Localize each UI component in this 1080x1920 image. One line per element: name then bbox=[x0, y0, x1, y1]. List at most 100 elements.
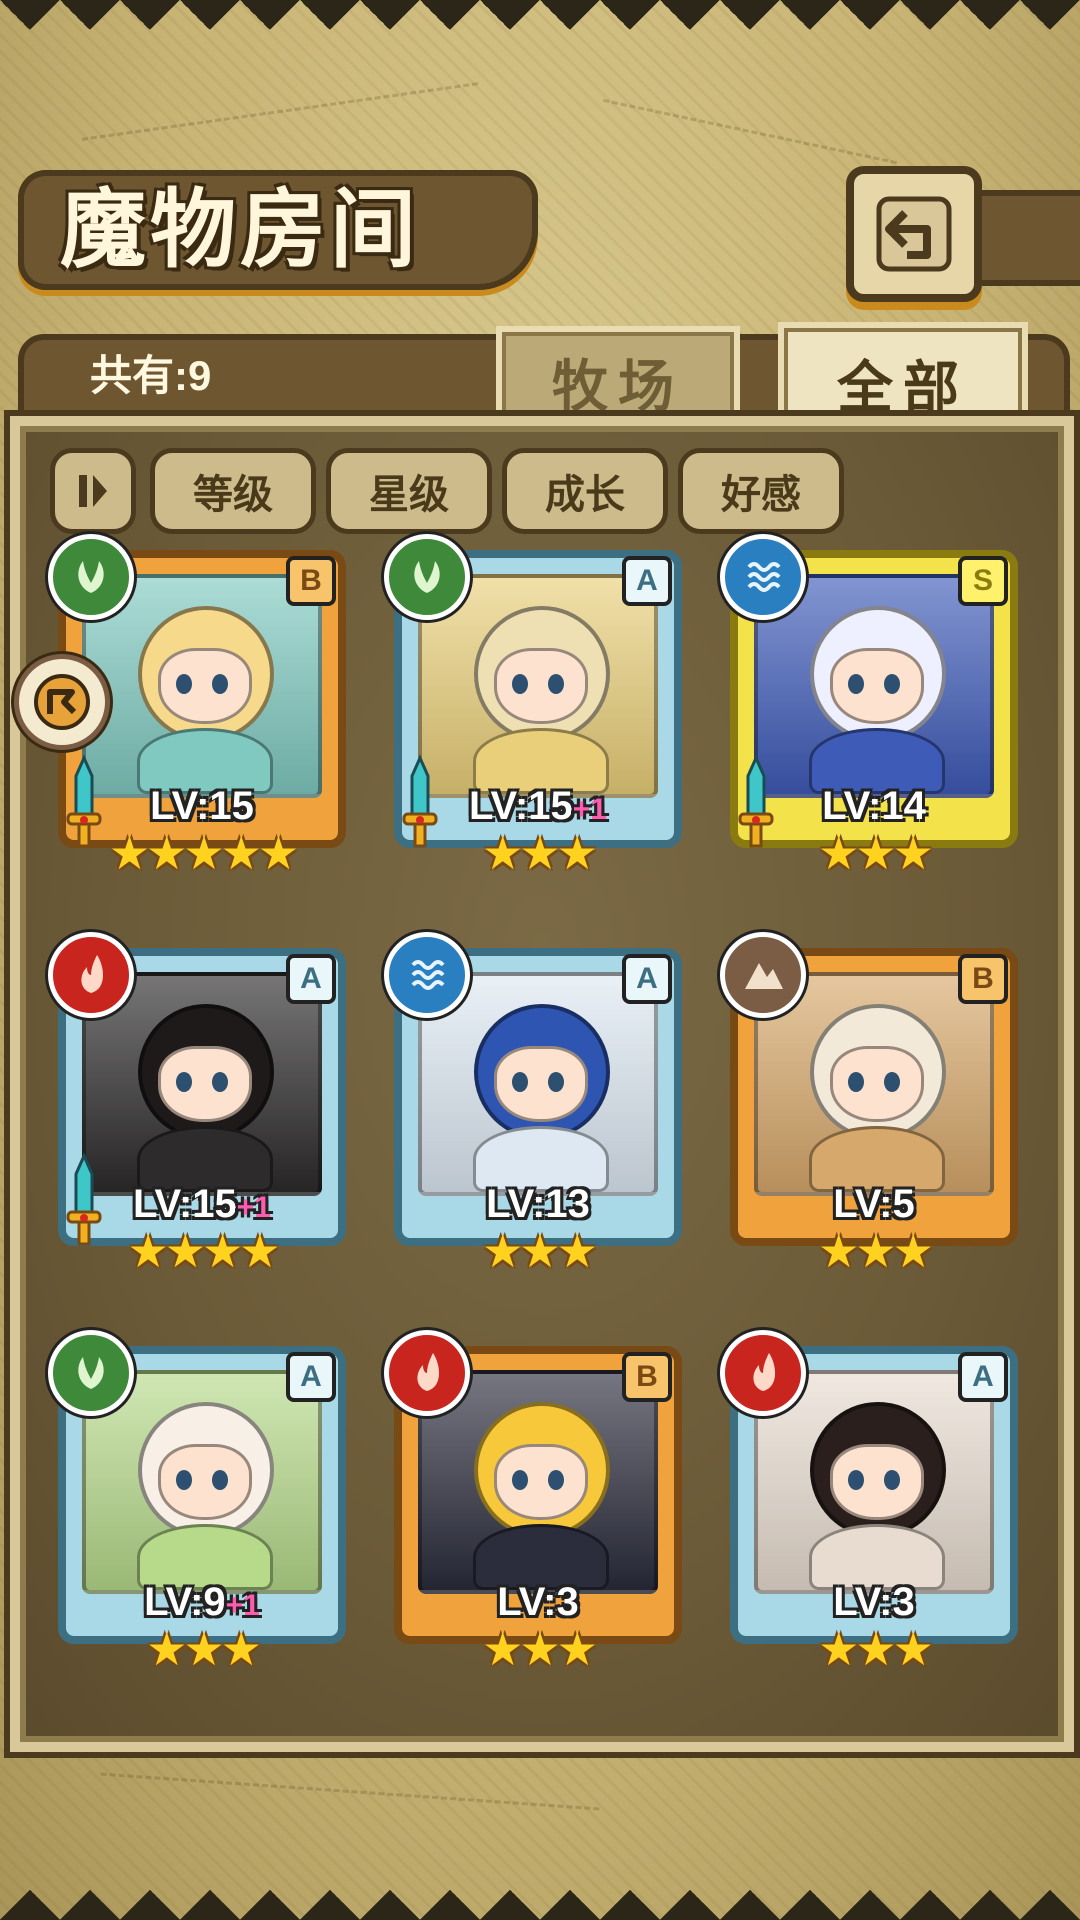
fire-element-icon bbox=[384, 1330, 470, 1416]
star-icon: ★ bbox=[556, 1224, 598, 1278]
back-return-icon bbox=[876, 196, 952, 272]
star-rating: ★★★ bbox=[388, 828, 688, 878]
star-rating: ★★★ bbox=[388, 1226, 688, 1276]
star-icon: ★ bbox=[482, 826, 523, 880]
star-icon: ★ bbox=[818, 1622, 859, 1676]
sort-order-icon bbox=[79, 475, 107, 507]
page-title: 魔物房间 bbox=[60, 179, 420, 280]
monster-level: LV:9+1 bbox=[52, 1580, 352, 1625]
star-rating: ★★★ bbox=[724, 828, 1024, 878]
star-icon: ★ bbox=[220, 826, 262, 880]
sort-by-growth-button[interactable]: 成长 bbox=[502, 448, 668, 534]
star-icon: ★ bbox=[183, 826, 224, 880]
star-icon: ★ bbox=[556, 1622, 598, 1676]
monster-card[interactable]: A LV:3 ★★★ bbox=[720, 1330, 1024, 1674]
level-bonus: +1 bbox=[572, 793, 607, 826]
monster-card[interactable]: A LV:15+1 ★★★ bbox=[384, 534, 688, 878]
star-icon: ★ bbox=[239, 1224, 280, 1278]
level-bonus: +1 bbox=[225, 1589, 260, 1622]
fire-element-icon bbox=[48, 932, 134, 1018]
monster-level: LV:3 bbox=[724, 1580, 1024, 1625]
sort-by-affection-button[interactable]: 好感 bbox=[678, 448, 844, 534]
star-icon: ★ bbox=[818, 1224, 859, 1278]
star-icon: ★ bbox=[146, 1622, 187, 1676]
torn-edge-top bbox=[0, 0, 1080, 80]
grass-element-icon bbox=[48, 1330, 134, 1416]
monster-level: LV:15+1 bbox=[388, 784, 688, 829]
star-icon: ★ bbox=[146, 826, 187, 880]
level-text: LV:14 bbox=[822, 784, 926, 828]
rank-badge: A bbox=[286, 1352, 336, 1402]
star-icon: ★ bbox=[855, 1224, 896, 1278]
star-icon: ★ bbox=[482, 1622, 523, 1676]
star-icon: ★ bbox=[855, 826, 896, 880]
monster-card[interactable]: B LV:3 ★★★ bbox=[384, 1330, 688, 1674]
star-icon: ★ bbox=[482, 1224, 523, 1278]
star-icon: ★ bbox=[818, 826, 859, 880]
level-text: LV:5 bbox=[833, 1182, 915, 1226]
monster-level: LV:5 bbox=[724, 1182, 1024, 1227]
torn-edge-bottom bbox=[0, 1840, 1080, 1920]
level-text: LV:13 bbox=[486, 1182, 590, 1226]
star-icon: ★ bbox=[519, 1622, 560, 1676]
star-icon: ★ bbox=[519, 1224, 560, 1278]
team-marker-icon bbox=[34, 674, 90, 730]
rank-badge: A bbox=[286, 954, 336, 1004]
level-text: LV:3 bbox=[833, 1580, 915, 1624]
monster-card[interactable]: A LV:9+1 ★★★ bbox=[48, 1330, 352, 1674]
earth-element-icon bbox=[720, 932, 806, 1018]
star-rating: ★★★★★ bbox=[52, 828, 352, 878]
star-rating: ★★★ bbox=[52, 1624, 352, 1674]
level-bonus: +1 bbox=[236, 1191, 271, 1224]
monster-card[interactable]: S LV:14 ★★★ bbox=[720, 534, 1024, 878]
grass-element-icon bbox=[48, 534, 134, 620]
star-rating: ★★★ bbox=[388, 1624, 688, 1674]
monster-level: LV:14 bbox=[724, 784, 1024, 829]
monster-count: 共有:9 bbox=[90, 352, 212, 399]
monster-level: LV:15 bbox=[52, 784, 352, 829]
sort-order-toggle[interactable] bbox=[50, 448, 136, 534]
star-icon: ★ bbox=[164, 1224, 206, 1278]
star-icon: ★ bbox=[108, 826, 150, 880]
rank-badge: B bbox=[958, 954, 1008, 1004]
star-rating: ★★★ bbox=[724, 1226, 1024, 1276]
fire-element-icon bbox=[720, 1330, 806, 1416]
star-icon: ★ bbox=[892, 1224, 934, 1278]
rank-badge: A bbox=[622, 954, 672, 1004]
level-text: LV:15 bbox=[150, 784, 254, 828]
star-icon: ★ bbox=[220, 1622, 262, 1676]
monster-level: LV:13 bbox=[388, 1182, 688, 1227]
grass-element-icon bbox=[384, 534, 470, 620]
rank-badge: B bbox=[622, 1352, 672, 1402]
rank-badge: S bbox=[958, 556, 1008, 606]
star-icon: ★ bbox=[892, 826, 934, 880]
star-rating: ★★★★ bbox=[52, 1226, 352, 1276]
star-icon: ★ bbox=[855, 1622, 896, 1676]
water-element-icon bbox=[384, 932, 470, 1018]
monster-card[interactable]: B LV:5 ★★★ bbox=[720, 932, 1024, 1276]
monster-level: LV:3 bbox=[388, 1580, 688, 1625]
star-icon: ★ bbox=[556, 826, 598, 880]
level-text: LV:9 bbox=[144, 1580, 226, 1624]
monster-card[interactable]: A LV:13 ★★★ bbox=[384, 932, 688, 1276]
back-button-rail bbox=[966, 190, 1080, 286]
star-rating: ★★★ bbox=[724, 1624, 1024, 1674]
sort-by-level-button[interactable]: 等级 bbox=[150, 448, 316, 534]
star-icon: ★ bbox=[519, 826, 560, 880]
back-button[interactable] bbox=[846, 166, 982, 302]
star-icon: ★ bbox=[202, 1224, 243, 1278]
star-icon: ★ bbox=[892, 1622, 934, 1676]
rank-badge: A bbox=[622, 556, 672, 606]
star-icon: ★ bbox=[127, 1224, 169, 1278]
level-text: LV:15 bbox=[469, 784, 573, 828]
rank-badge: B bbox=[286, 556, 336, 606]
monster-level: LV:15+1 bbox=[52, 1182, 352, 1227]
star-icon: ★ bbox=[183, 1622, 224, 1676]
monster-card[interactable]: A LV:15+1 ★★★★ bbox=[48, 932, 352, 1276]
team-badge bbox=[14, 654, 110, 750]
level-text: LV:3 bbox=[497, 1580, 579, 1624]
water-element-icon bbox=[720, 534, 806, 620]
rank-badge: A bbox=[958, 1352, 1008, 1402]
star-icon: ★ bbox=[257, 826, 299, 880]
sort-by-star-button[interactable]: 星级 bbox=[326, 448, 492, 534]
